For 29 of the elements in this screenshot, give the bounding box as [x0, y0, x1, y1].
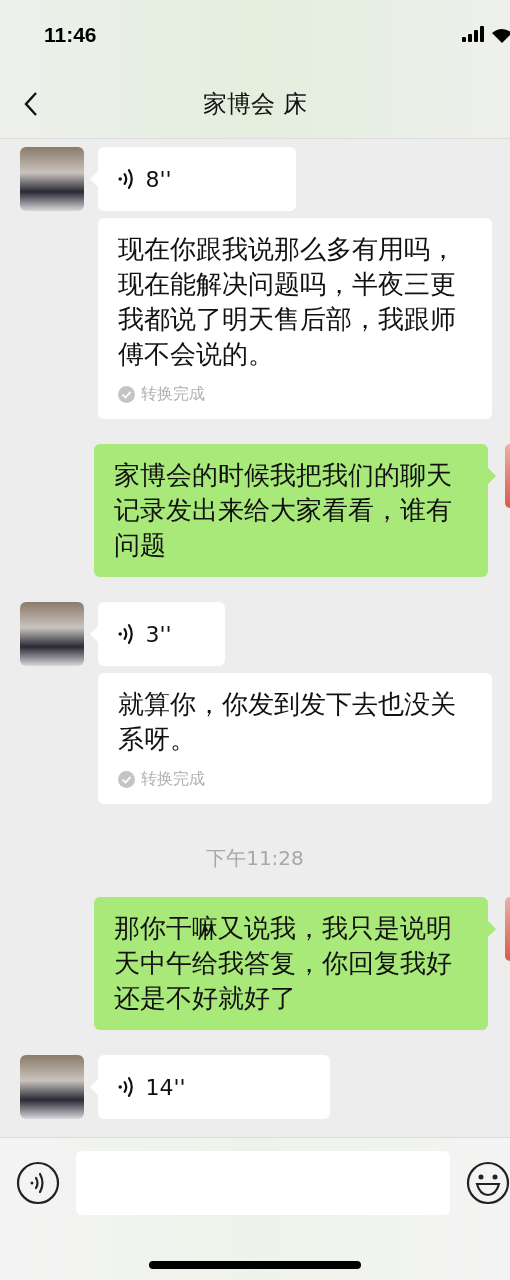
voice-message-bubble[interactable]: 14'' — [98, 1055, 330, 1119]
timestamp: 下午11:28 — [206, 845, 304, 872]
chat-title: 家博会 床 — [203, 89, 307, 120]
smiley-icon — [466, 1161, 510, 1205]
emoji-button[interactable] — [466, 1161, 510, 1205]
avatar-photo-placeholder[interactable] — [20, 1055, 84, 1119]
conversion-status: 转换完成 — [141, 769, 205, 790]
voice-duration: 3'' — [145, 621, 172, 647]
voice-duration: 8'' — [145, 166, 172, 192]
signal-wifi-icon — [462, 26, 510, 44]
status-time: 11:46 — [44, 23, 97, 47]
transcript-text: 就算你，你发到发下去也没关系呀。 — [118, 688, 457, 756]
voice-duration: 14'' — [145, 1074, 186, 1100]
voice-message-bubble[interactable]: 8'' — [98, 147, 296, 211]
voice-input-button[interactable] — [16, 1161, 60, 1205]
voice-icon — [118, 168, 134, 190]
transcript-text: 现在你跟我说那么多有用吗，现在能解决问题吗，半夜三更我都说了明天售后部，我跟师傅不会说的。 — [118, 233, 457, 371]
voice-message-bubble[interactable]: 3'' — [98, 602, 225, 666]
voice-input-icon — [16, 1161, 60, 1205]
message-text: 家博会的时候我把我们的聊天记录发出来给大家看看，谁有问题 — [114, 459, 453, 562]
avatar-photo-placeholder[interactable] — [20, 147, 84, 211]
voice-icon — [118, 1076, 134, 1098]
back-icon — [24, 91, 38, 117]
message-text: 那你干嘛又说我，我只是说明天中午给我答复，你回复我好还是不好就好了 — [114, 912, 453, 1015]
conversion-status: 转换完成 — [141, 384, 205, 405]
check-circle-icon — [118, 771, 135, 788]
check-circle-icon — [118, 386, 135, 403]
avatar-photo-placeholder[interactable] — [20, 602, 84, 666]
voice-icon — [118, 623, 134, 645]
